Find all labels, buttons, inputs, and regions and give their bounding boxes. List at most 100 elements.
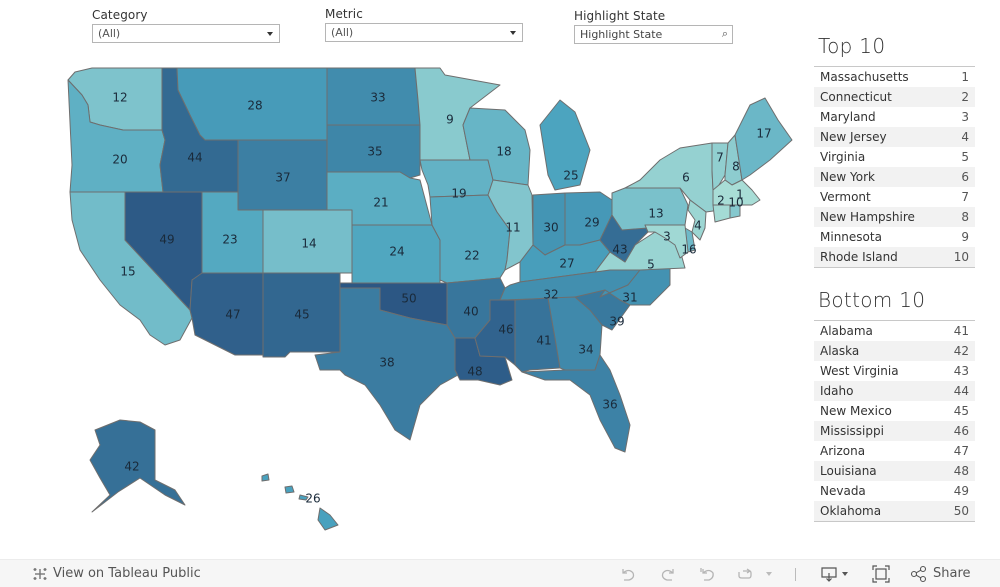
state-rank: 41 bbox=[953, 324, 969, 338]
share-button[interactable]: Share bbox=[910, 560, 971, 587]
refresh-icon bbox=[738, 568, 752, 579]
table-row[interactable]: Alaska 42 bbox=[814, 341, 975, 361]
state-rank-label: 23 bbox=[222, 233, 237, 247]
state-rank: 6 bbox=[961, 170, 969, 184]
table-row[interactable]: Alabama 41 bbox=[814, 321, 975, 341]
us-choropleth-map[interactable]: 1220154449283723 1447 45333521245038919224… bbox=[55, 55, 805, 545]
state-rank: 46 bbox=[953, 424, 969, 438]
table-row[interactable]: New Mexico 45 bbox=[814, 401, 975, 421]
chevron-down-icon bbox=[766, 572, 772, 576]
top-10-table: Massachusetts 1 Connecticut 2 Maryland 3 Ne… bbox=[814, 66, 975, 268]
share-label: Share bbox=[933, 566, 971, 581]
highlight-state-filter: Highlight State Highlight State ⌕ bbox=[574, 9, 733, 44]
view-on-tableau-public-label: View on Tableau Public bbox=[53, 566, 201, 581]
state-hawaii-island[interactable] bbox=[261, 473, 270, 482]
state-rank-label: 4 bbox=[694, 219, 702, 233]
state-hawaii[interactable] bbox=[317, 507, 339, 531]
state-rank: 4 bbox=[961, 130, 969, 144]
top-10-title: Top 10 bbox=[818, 34, 886, 58]
state-rank-label: 10 bbox=[728, 196, 743, 210]
state-rank-label: 14 bbox=[301, 237, 316, 251]
table-row[interactable]: Rhode Island 10 bbox=[814, 247, 975, 267]
highlight-state-label: Highlight State bbox=[574, 9, 666, 23]
state-rank-label: 44 bbox=[187, 151, 202, 165]
state-rank-label: 48 bbox=[467, 365, 482, 379]
table-row[interactable]: Virginia 5 bbox=[814, 147, 975, 167]
state-rank-label: 16 bbox=[681, 243, 696, 257]
metric-filter: Metric (All) bbox=[325, 7, 523, 42]
state-rank-label: 25 bbox=[563, 169, 578, 183]
state-rank-label: 46 bbox=[498, 323, 513, 337]
table-row[interactable]: New Hampshire 8 bbox=[814, 207, 975, 227]
state-rank-label: 19 bbox=[451, 187, 466, 201]
table-row[interactable]: Idaho 44 bbox=[814, 381, 975, 401]
state-hawaii-island[interactable] bbox=[284, 485, 295, 494]
redo-button[interactable] bbox=[659, 560, 677, 587]
table-row[interactable]: Maryland 3 bbox=[814, 107, 975, 127]
table-row[interactable]: New York 6 bbox=[814, 167, 975, 187]
highlight-state-input[interactable]: Highlight State ⌕ bbox=[574, 25, 733, 44]
state-rank-label: 28 bbox=[247, 99, 262, 113]
table-row[interactable]: Connecticut 2 bbox=[814, 87, 975, 107]
state-rank-label: 36 bbox=[602, 398, 617, 412]
table-row[interactable]: Oklahoma 50 bbox=[814, 501, 975, 521]
state-rank-label: 33 bbox=[370, 91, 385, 105]
table-row[interactable]: Nevada 49 bbox=[814, 481, 975, 501]
table-row[interactable]: Louisiana 48 bbox=[814, 461, 975, 481]
state-name: Maryland bbox=[820, 110, 876, 124]
state-name: Vermont bbox=[820, 190, 871, 204]
state-name: Alaska bbox=[820, 344, 860, 358]
fullscreen-icon bbox=[872, 565, 890, 583]
download-button[interactable] bbox=[820, 560, 852, 587]
category-filter-label: Category bbox=[92, 8, 148, 22]
state-rank-label: 2 bbox=[717, 194, 725, 208]
state-rank-label: 49 bbox=[159, 233, 174, 247]
refresh-button[interactable] bbox=[735, 560, 755, 587]
state-rank-label: 34 bbox=[578, 343, 593, 357]
state-rank-label: 11 bbox=[505, 221, 520, 235]
state-name: Massachusetts bbox=[820, 70, 909, 84]
category-filter: Category (All) bbox=[92, 8, 280, 43]
state-rank-label: 41 bbox=[536, 334, 551, 348]
tableau-logo-icon bbox=[33, 568, 47, 580]
share-icon bbox=[910, 565, 927, 583]
state-rank-label: 15 bbox=[120, 265, 135, 279]
state-rank-label: 5 bbox=[647, 258, 655, 272]
download-icon bbox=[821, 567, 848, 582]
view-on-tableau-public-link[interactable]: View on Tableau Public bbox=[32, 560, 201, 587]
table-row[interactable]: Arizona 47 bbox=[814, 441, 975, 461]
category-dropdown-value: (All) bbox=[98, 27, 121, 40]
table-row[interactable]: New Jersey 4 bbox=[814, 127, 975, 147]
chevron-down-icon bbox=[510, 31, 516, 35]
state-rank: 50 bbox=[953, 504, 969, 518]
metric-dropdown-value: (All) bbox=[331, 26, 354, 39]
undo-button[interactable] bbox=[619, 560, 637, 587]
state-rank: 8 bbox=[961, 210, 969, 224]
metric-dropdown[interactable]: (All) bbox=[325, 23, 523, 42]
fullscreen-button[interactable] bbox=[872, 560, 890, 587]
table-row[interactable]: Minnesota 9 bbox=[814, 227, 975, 247]
revert-button[interactable] bbox=[698, 560, 716, 587]
state-name: New Mexico bbox=[820, 404, 892, 418]
state-rank-label: 6 bbox=[682, 171, 690, 185]
state-name: New Jersey bbox=[820, 130, 887, 144]
refresh-options-button[interactable] bbox=[764, 560, 774, 587]
state-rank-label: 35 bbox=[367, 145, 382, 159]
state-rank-label: 40 bbox=[463, 305, 478, 319]
table-row[interactable]: Mississippi 46 bbox=[814, 421, 975, 441]
state-name: Nevada bbox=[820, 484, 866, 498]
bottom-10-table: Alabama 41 Alaska 42 West Virginia 43 Idaho… bbox=[814, 320, 975, 522]
redo-icon bbox=[661, 569, 674, 581]
table-row[interactable]: Vermont 7 bbox=[814, 187, 975, 207]
table-row[interactable]: West Virginia 43 bbox=[814, 361, 975, 381]
state-rank-label: 43 bbox=[612, 243, 627, 257]
state-name: Louisiana bbox=[820, 464, 877, 478]
state-rank-label: 3 bbox=[663, 230, 671, 244]
state-rank-label: 27 bbox=[559, 257, 574, 271]
state-rank: 43 bbox=[953, 364, 969, 378]
state-name: Virginia bbox=[820, 150, 866, 164]
category-dropdown[interactable]: (All) bbox=[92, 24, 280, 43]
state-rank-label: 32 bbox=[543, 288, 558, 302]
table-row[interactable]: Massachusetts 1 bbox=[814, 67, 975, 87]
state-rank: 5 bbox=[961, 150, 969, 164]
